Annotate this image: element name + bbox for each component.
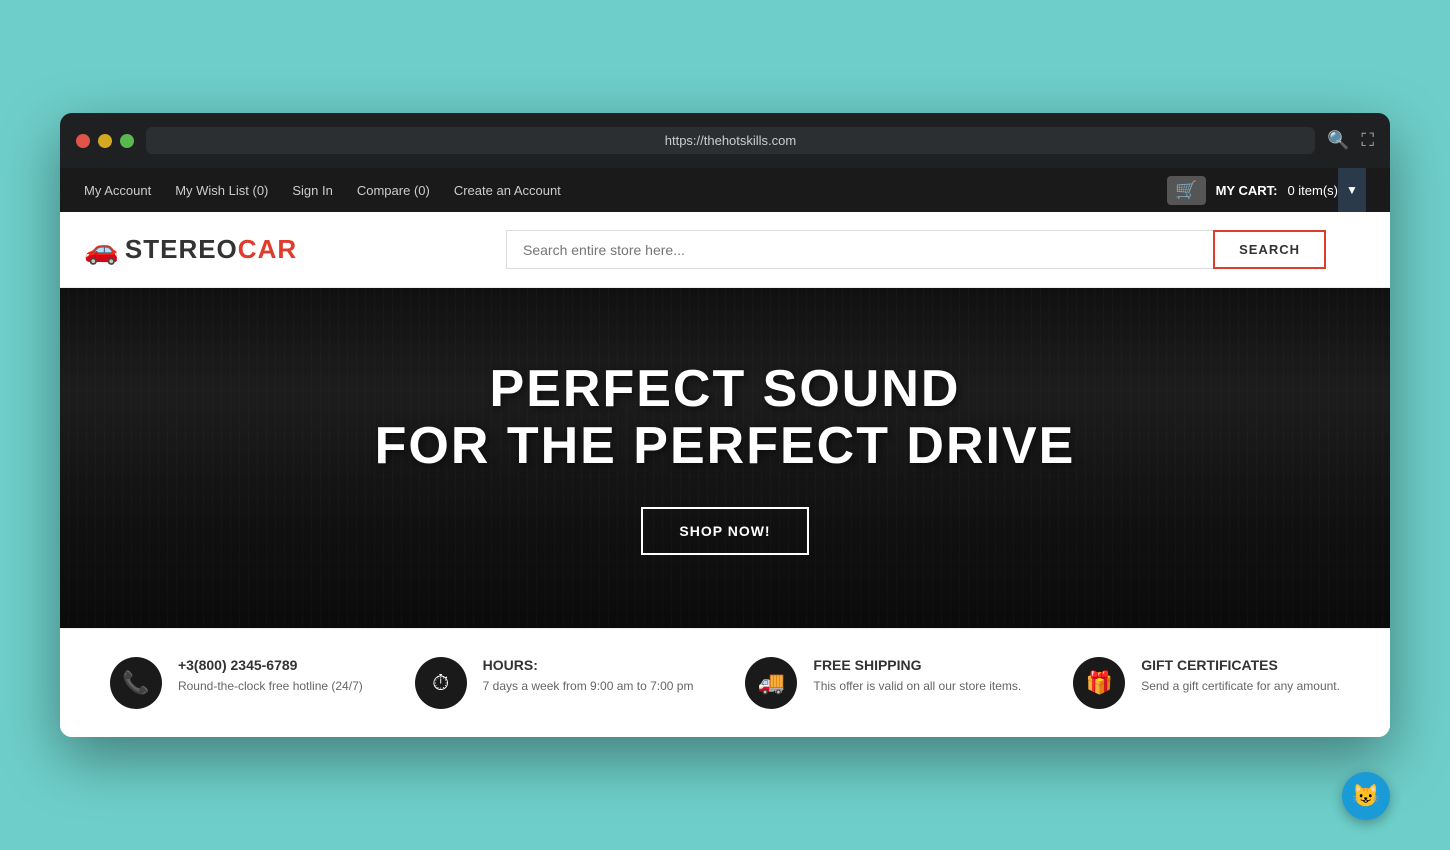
phone-icon: 📞 — [110, 657, 162, 709]
search-input[interactable] — [506, 230, 1213, 269]
logo-car: CAR — [238, 234, 297, 264]
search-icon[interactable]: 🔍 — [1327, 130, 1349, 151]
logo-stereo: STEREO — [125, 234, 238, 264]
hero-title-line2: FOR THE PERFECT DRIVE — [375, 418, 1076, 475]
search-button[interactable]: SEARCH — [1213, 230, 1326, 269]
logo-text: STEREOCAR — [125, 234, 297, 265]
minimize-button[interactable] — [98, 134, 112, 148]
shop-now-button[interactable]: SHOP NOW! — [641, 507, 808, 555]
hero-banner: PERFECT SOUND FOR THE PERFECT DRIVE SHOP… — [60, 288, 1390, 628]
browser-actions: 🔍 ⛶ — [1327, 130, 1374, 151]
feature-gift-text: GIFT CERTIFICATES Send a gift certificat… — [1141, 657, 1340, 695]
cart-area[interactable]: 🛒 MY CART: 0 item(s) — [1167, 176, 1338, 205]
logo[interactable]: 🚗 STEREOCAR — [84, 233, 297, 266]
search-area: SEARCH — [506, 230, 1326, 269]
my-account-link[interactable]: My Account — [84, 183, 151, 198]
expand-icon[interactable]: ⛶ — [1361, 130, 1374, 151]
feature-hours-title: HOURS: — [483, 657, 694, 673]
wish-list-link[interactable]: My Wish List (0) — [175, 183, 268, 198]
feature-hours-text: HOURS: 7 days a week from 9:00 am to 7:0… — [483, 657, 694, 695]
chat-bubble[interactable]: 😺 — [1342, 772, 1390, 820]
hero-title-line1: PERFECT SOUND — [375, 361, 1076, 418]
feature-shipping-desc: This offer is valid on all our store ite… — [813, 677, 1021, 695]
clock-icon: ⏱ — [415, 657, 467, 709]
sign-in-link[interactable]: Sign In — [292, 183, 332, 198]
logo-icon: 🚗 — [84, 233, 119, 266]
feature-phone-text: +3(800) 2345-6789 Round-the-clock free h… — [178, 657, 363, 695]
feature-hours-desc: 7 days a week from 9:00 am to 7:00 pm — [483, 677, 694, 695]
truck-icon: 🚚 — [745, 657, 797, 709]
cart-label: MY CART: — [1216, 183, 1278, 198]
feature-phone-desc: Round-the-clock free hotline (24/7) — [178, 677, 363, 695]
feature-gift: 🎁 GIFT CERTIFICATES Send a gift certific… — [1073, 657, 1340, 709]
browser-chrome: https://thehotskills.com 🔍 ⛶ — [60, 113, 1390, 168]
gift-icon: 🎁 — [1073, 657, 1125, 709]
compare-link[interactable]: Compare (0) — [357, 183, 430, 198]
create-account-link[interactable]: Create an Account — [454, 183, 561, 198]
feature-hours: ⏱ HOURS: 7 days a week from 9:00 am to 7… — [415, 657, 694, 709]
cart-count: 0 item(s) — [1287, 183, 1338, 198]
feature-phone-title: +3(800) 2345-6789 — [178, 657, 363, 673]
dropdown-arrow[interactable]: ▼ — [1338, 168, 1366, 212]
url-text: https://thehotskills.com — [665, 133, 797, 148]
website-content: My Account My Wish List (0) Sign In Comp… — [60, 168, 1390, 737]
maximize-button[interactable] — [120, 134, 134, 148]
chat-icon: 😺 — [1352, 783, 1379, 809]
feature-phone: 📞 +3(800) 2345-6789 Round-the-clock free… — [110, 657, 363, 709]
address-bar[interactable]: https://thehotskills.com — [146, 127, 1315, 154]
cart-icon: 🛒 — [1175, 180, 1197, 201]
feature-shipping: 🚚 FREE SHIPPING This offer is valid on a… — [745, 657, 1021, 709]
feature-shipping-title: FREE SHIPPING — [813, 657, 1021, 673]
feature-gift-title: GIFT CERTIFICATES — [1141, 657, 1340, 673]
site-header: 🚗 STEREOCAR SEARCH — [60, 212, 1390, 288]
top-nav-links: My Account My Wish List (0) Sign In Comp… — [84, 183, 561, 198]
cart-icon-wrapper: 🛒 — [1167, 176, 1205, 205]
features-bar: 📞 +3(800) 2345-6789 Round-the-clock free… — [60, 628, 1390, 737]
traffic-lights — [76, 134, 134, 148]
browser-window: https://thehotskills.com 🔍 ⛶ My Account … — [60, 113, 1390, 737]
hero-content: PERFECT SOUND FOR THE PERFECT DRIVE SHOP… — [375, 361, 1076, 555]
close-button[interactable] — [76, 134, 90, 148]
feature-shipping-text: FREE SHIPPING This offer is valid on all… — [813, 657, 1021, 695]
top-navigation: My Account My Wish List (0) Sign In Comp… — [60, 168, 1390, 212]
feature-gift-desc: Send a gift certificate for any amount. — [1141, 677, 1340, 695]
